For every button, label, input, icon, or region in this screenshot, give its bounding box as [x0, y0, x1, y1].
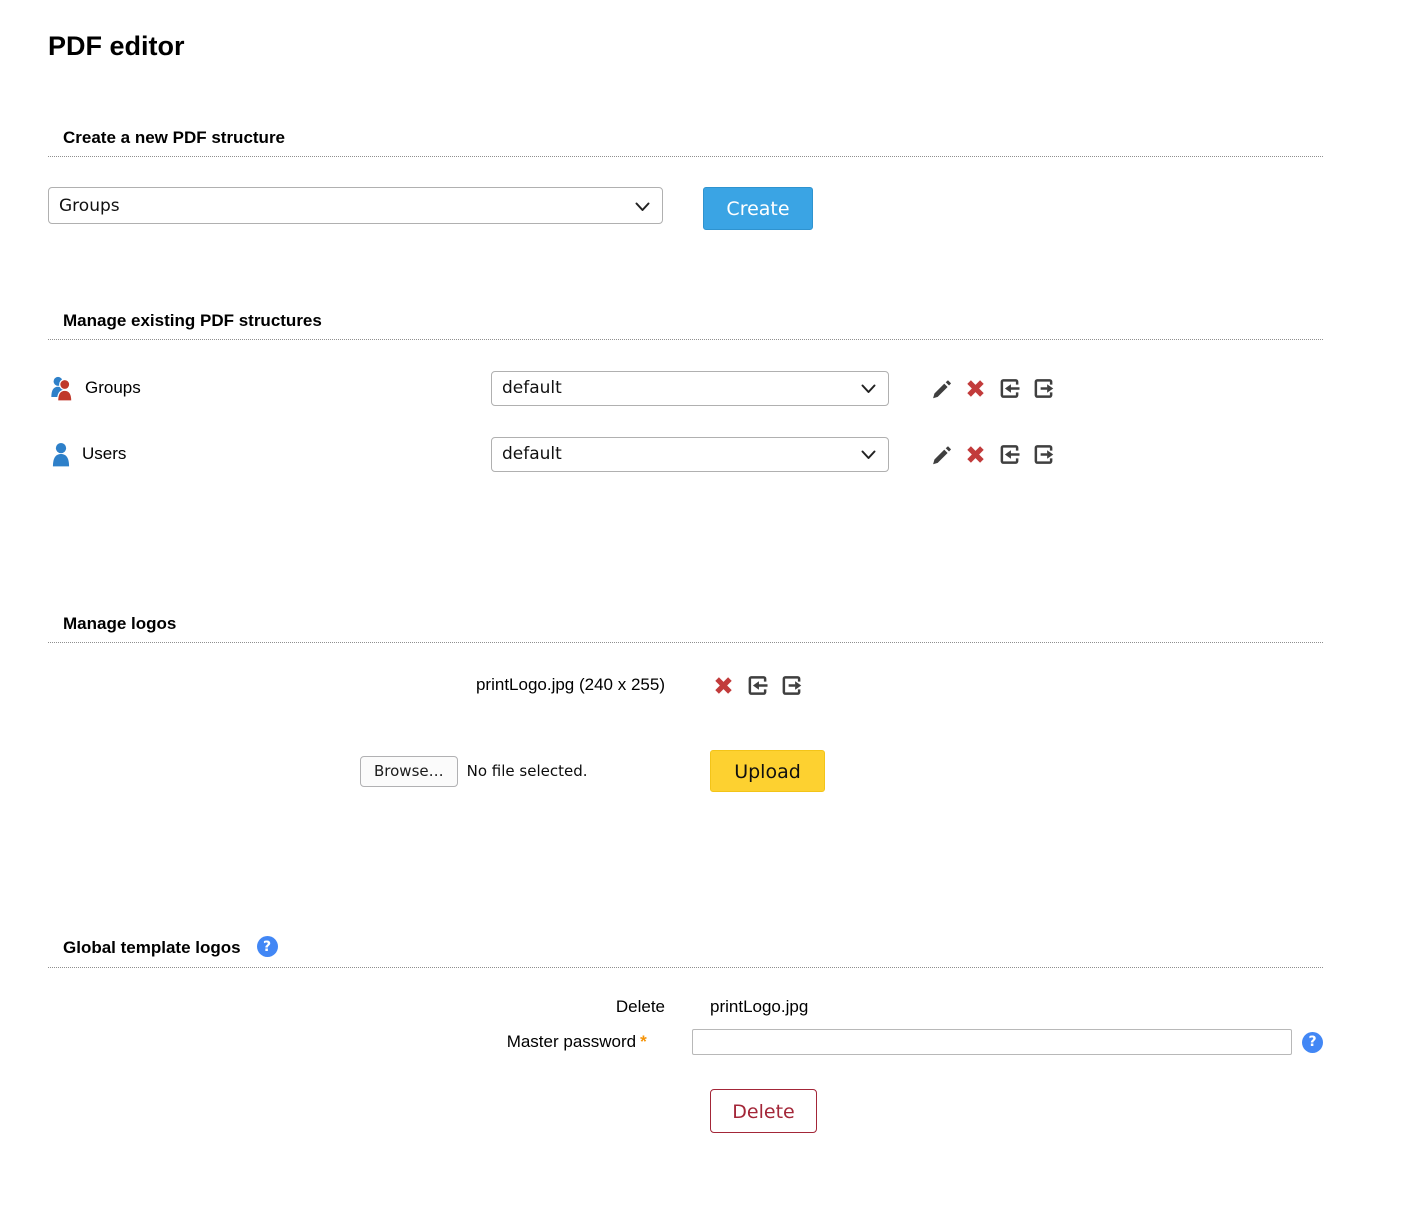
user-icon	[50, 441, 72, 468]
structure-row-actions	[930, 443, 1054, 465]
logo-row: printLogo.jpg (240 x 255)	[48, 674, 1323, 696]
structure-template-select-wrap: default	[491, 371, 889, 406]
delete-x-icon[interactable]	[964, 377, 986, 399]
structure-type-select-wrap: Groups	[48, 187, 663, 224]
create-button[interactable]: Create	[703, 187, 813, 230]
upload-button[interactable]: Upload	[710, 750, 825, 792]
delete-field-value: printLogo.jpg	[710, 997, 808, 1017]
help-icon[interactable]: ?	[257, 936, 278, 957]
delete-logo-button[interactable]: Delete	[710, 1089, 817, 1133]
groups-template-select[interactable]: default	[491, 371, 889, 406]
master-password-input[interactable]	[692, 1029, 1292, 1055]
users-template-select[interactable]: default	[491, 437, 889, 472]
structure-row-label: Groups	[85, 378, 141, 398]
delete-file-row: Delete printLogo.jpg	[48, 997, 1323, 1017]
section-heading-logos: Manage logos	[48, 614, 1323, 643]
export-icon[interactable]	[1032, 443, 1054, 465]
section-heading-global: Global template logos ?	[48, 936, 1323, 968]
section-heading-global-text: Global template logos	[63, 938, 241, 958]
structure-row-left: Groups	[48, 375, 491, 402]
help-icon[interactable]: ?	[1302, 1032, 1323, 1053]
required-asterisk: *	[640, 1032, 647, 1051]
structure-row-groups: Groups default	[48, 370, 1323, 406]
section-heading-manage: Manage existing PDF structures	[48, 311, 1323, 340]
structure-type-select[interactable]: Groups	[48, 187, 663, 224]
import-icon[interactable]	[746, 674, 768, 696]
import-icon[interactable]	[998, 443, 1020, 465]
master-password-label: Master password*	[48, 1032, 647, 1052]
logo-actions	[712, 674, 802, 696]
structure-row-left: Users	[48, 441, 491, 468]
structure-row-users: Users default	[48, 436, 1323, 472]
logo-upload-row: Browse… No file selected. Upload	[48, 750, 1323, 792]
delete-field-label: Delete	[48, 997, 665, 1017]
export-icon[interactable]	[1032, 377, 1054, 399]
import-icon[interactable]	[998, 377, 1020, 399]
file-input-group: Browse… No file selected.	[48, 756, 710, 787]
structure-template-select-wrap: default	[491, 437, 889, 472]
master-password-row: Master password* ?	[48, 1029, 1323, 1055]
section-heading-create: Create a new PDF structure	[48, 128, 1323, 157]
create-structure-row: Groups Create	[48, 187, 1323, 230]
delete-button-row: Delete	[48, 1089, 1323, 1133]
structure-row-actions	[930, 377, 1054, 399]
edit-icon[interactable]	[930, 377, 952, 399]
page-title: PDF editor	[48, 30, 1323, 62]
groups-icon	[50, 375, 75, 402]
delete-x-icon[interactable]	[712, 674, 734, 696]
delete-x-icon[interactable]	[964, 443, 986, 465]
no-file-selected-text: No file selected.	[467, 762, 588, 780]
master-password-label-text: Master password	[507, 1032, 636, 1051]
edit-icon[interactable]	[930, 443, 952, 465]
logo-filename: printLogo.jpg (240 x 255)	[48, 675, 665, 695]
structure-row-label: Users	[82, 444, 126, 464]
pdf-editor-page: PDF editor Create a new PDF structure Gr…	[0, 30, 1413, 1173]
export-icon[interactable]	[780, 674, 802, 696]
browse-button[interactable]: Browse…	[360, 756, 458, 787]
